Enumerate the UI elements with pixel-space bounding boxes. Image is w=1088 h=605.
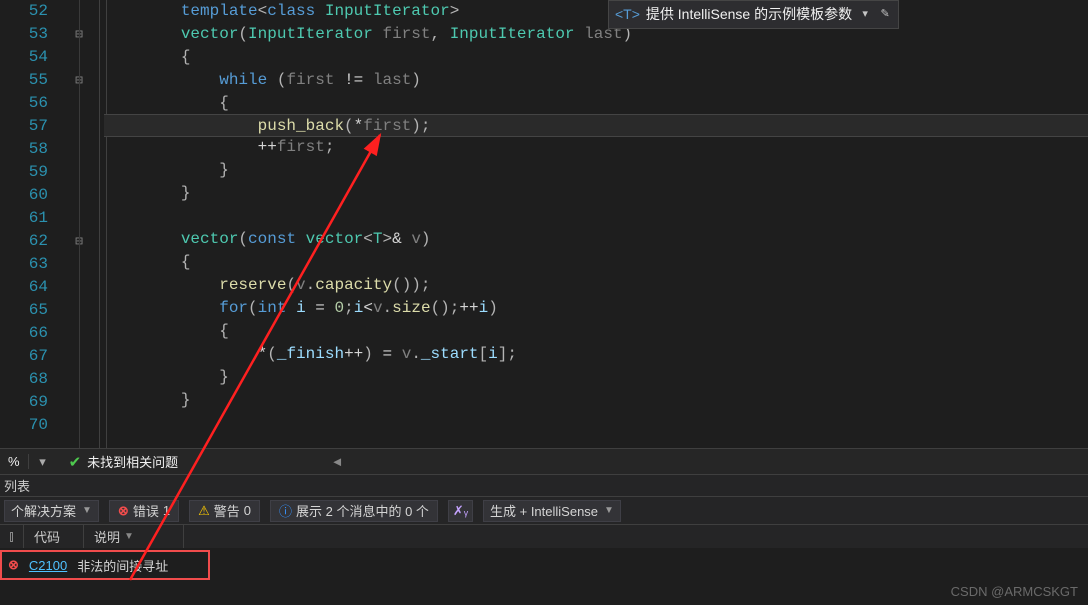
line-number: 59 [0, 161, 48, 184]
code-line[interactable]: *(_finish++) = v._start[i]; [104, 343, 1088, 366]
line-number: 62 [0, 230, 48, 253]
error-table-header: 代码 说明▼ [0, 524, 1088, 548]
code-line[interactable]: { [104, 46, 1088, 69]
dropdown-icon[interactable]: ▾ [29, 454, 57, 470]
errors-filter[interactable]: ⊗ 错误 1 [109, 500, 179, 522]
code-line[interactable] [104, 205, 1088, 228]
line-number: 60 [0, 184, 48, 207]
pin-icon[interactable]: ✎ [878, 8, 892, 22]
line-number: 56 [0, 92, 48, 115]
code-line-current[interactable]: push_back(*first); [104, 114, 1088, 137]
filter-icon: ✗ᵧ [453, 503, 468, 519]
line-number: 57 [0, 115, 48, 138]
line-number: 70 [0, 414, 48, 437]
template-param-icon: <T> [615, 3, 640, 26]
zoom-level[interactable]: % [0, 454, 29, 469]
sort-icon[interactable] [10, 532, 13, 542]
code-line[interactable]: } [104, 182, 1088, 205]
line-number: 52 [0, 0, 48, 23]
watermark: CSDN @ARMCSKGT [951, 584, 1078, 599]
dropdown-icon[interactable]: ▾ [858, 8, 872, 22]
line-number: 63 [0, 253, 48, 276]
panel-header: 列表 [0, 474, 1088, 496]
line-number: 65 [0, 299, 48, 322]
code-line[interactable]: ++first; [104, 136, 1088, 159]
no-issues-label: 未找到相关问题 [87, 452, 178, 471]
code-content[interactable]: template<class InputIterator> vector(Inp… [98, 0, 1088, 448]
intellisense-tooltip[interactable]: <T> 提供 IntelliSense 的示例模板参数 ▾ ✎ [608, 0, 899, 29]
scroll-left-icon[interactable]: ◄ [328, 454, 346, 469]
fold-toggle[interactable]: ⊟ [60, 230, 98, 253]
code-line[interactable]: } [104, 389, 1088, 412]
warning-icon: ⚠ [198, 503, 210, 519]
solution-dropdown[interactable]: 个解决方案 ▼ [4, 500, 99, 522]
line-number: 54 [0, 46, 48, 69]
chevron-down-icon: ▼ [604, 505, 614, 516]
chevron-down-icon: ▼ [82, 505, 92, 516]
line-number: 61 [0, 207, 48, 230]
line-number: 69 [0, 391, 48, 414]
fold-toggle[interactable]: ⊟ [60, 69, 98, 92]
line-number: 53 [0, 23, 48, 46]
code-line[interactable]: { [104, 251, 1088, 274]
code-line[interactable]: template<class InputIterator> [104, 0, 1088, 23]
messages-filter[interactable]: ⓘ 展示 2 个消息中的 0 个 [270, 500, 438, 522]
code-line[interactable] [104, 412, 1088, 435]
line-number: 67 [0, 345, 48, 368]
build-mode-dropdown[interactable]: 生成 + IntelliSense ▼ [483, 500, 621, 522]
code-line[interactable]: for(int i = 0;i<v.size();++i) [104, 297, 1088, 320]
status-bar: % ▾ ✔ 未找到相关问题 ◄ [0, 448, 1088, 474]
line-number: 66 [0, 322, 48, 345]
warnings-filter[interactable]: ⚠ 警告 0 [189, 500, 260, 522]
code-line[interactable]: { [104, 92, 1088, 115]
line-number: 55 [0, 69, 48, 92]
error-filter-bar: 个解决方案 ▼ ⊗ 错误 1 ⚠ 警告 0 ⓘ 展示 2 个消息中的 0 个 ✗… [0, 496, 1088, 524]
code-line[interactable]: { [104, 320, 1088, 343]
col-code[interactable]: 代码 [24, 525, 84, 548]
build-filter[interactable]: ✗ᵧ [448, 500, 473, 522]
col-desc[interactable]: 说明▼ [84, 525, 184, 548]
error-code-link[interactable]: C2100 [29, 558, 67, 573]
check-icon: ✔ [69, 453, 82, 471]
error-description: 非法的间接寻址 [77, 556, 168, 575]
fold-toggle[interactable]: ⊟ [60, 23, 98, 46]
line-number: 64 [0, 276, 48, 299]
code-line[interactable]: vector(InputIterator first, InputIterato… [104, 23, 1088, 46]
line-number-gutter: 52 53 54 55 56 57 58 59 60 61 62 63 64 6… [0, 0, 60, 448]
error-icon: ⊗ [118, 503, 129, 519]
info-icon: ⓘ [279, 501, 292, 520]
code-line[interactable]: while (first != last) [104, 69, 1088, 92]
code-line[interactable]: } [104, 159, 1088, 182]
code-line[interactable]: } [104, 366, 1088, 389]
line-number: 68 [0, 368, 48, 391]
code-editor[interactable]: 52 53 54 55 56 57 58 59 60 61 62 63 64 6… [0, 0, 1088, 448]
error-icon: ⊗ [8, 557, 19, 573]
code-line[interactable]: reserve(v.capacity()); [104, 274, 1088, 297]
code-line[interactable]: vector(const vector<T>& v) [104, 228, 1088, 251]
line-number: 58 [0, 138, 48, 161]
error-row[interactable]: ⊗ C2100 非法的间接寻址 [0, 550, 210, 580]
fold-column[interactable]: ⊟ ⊟ ⊟ [60, 0, 98, 448]
